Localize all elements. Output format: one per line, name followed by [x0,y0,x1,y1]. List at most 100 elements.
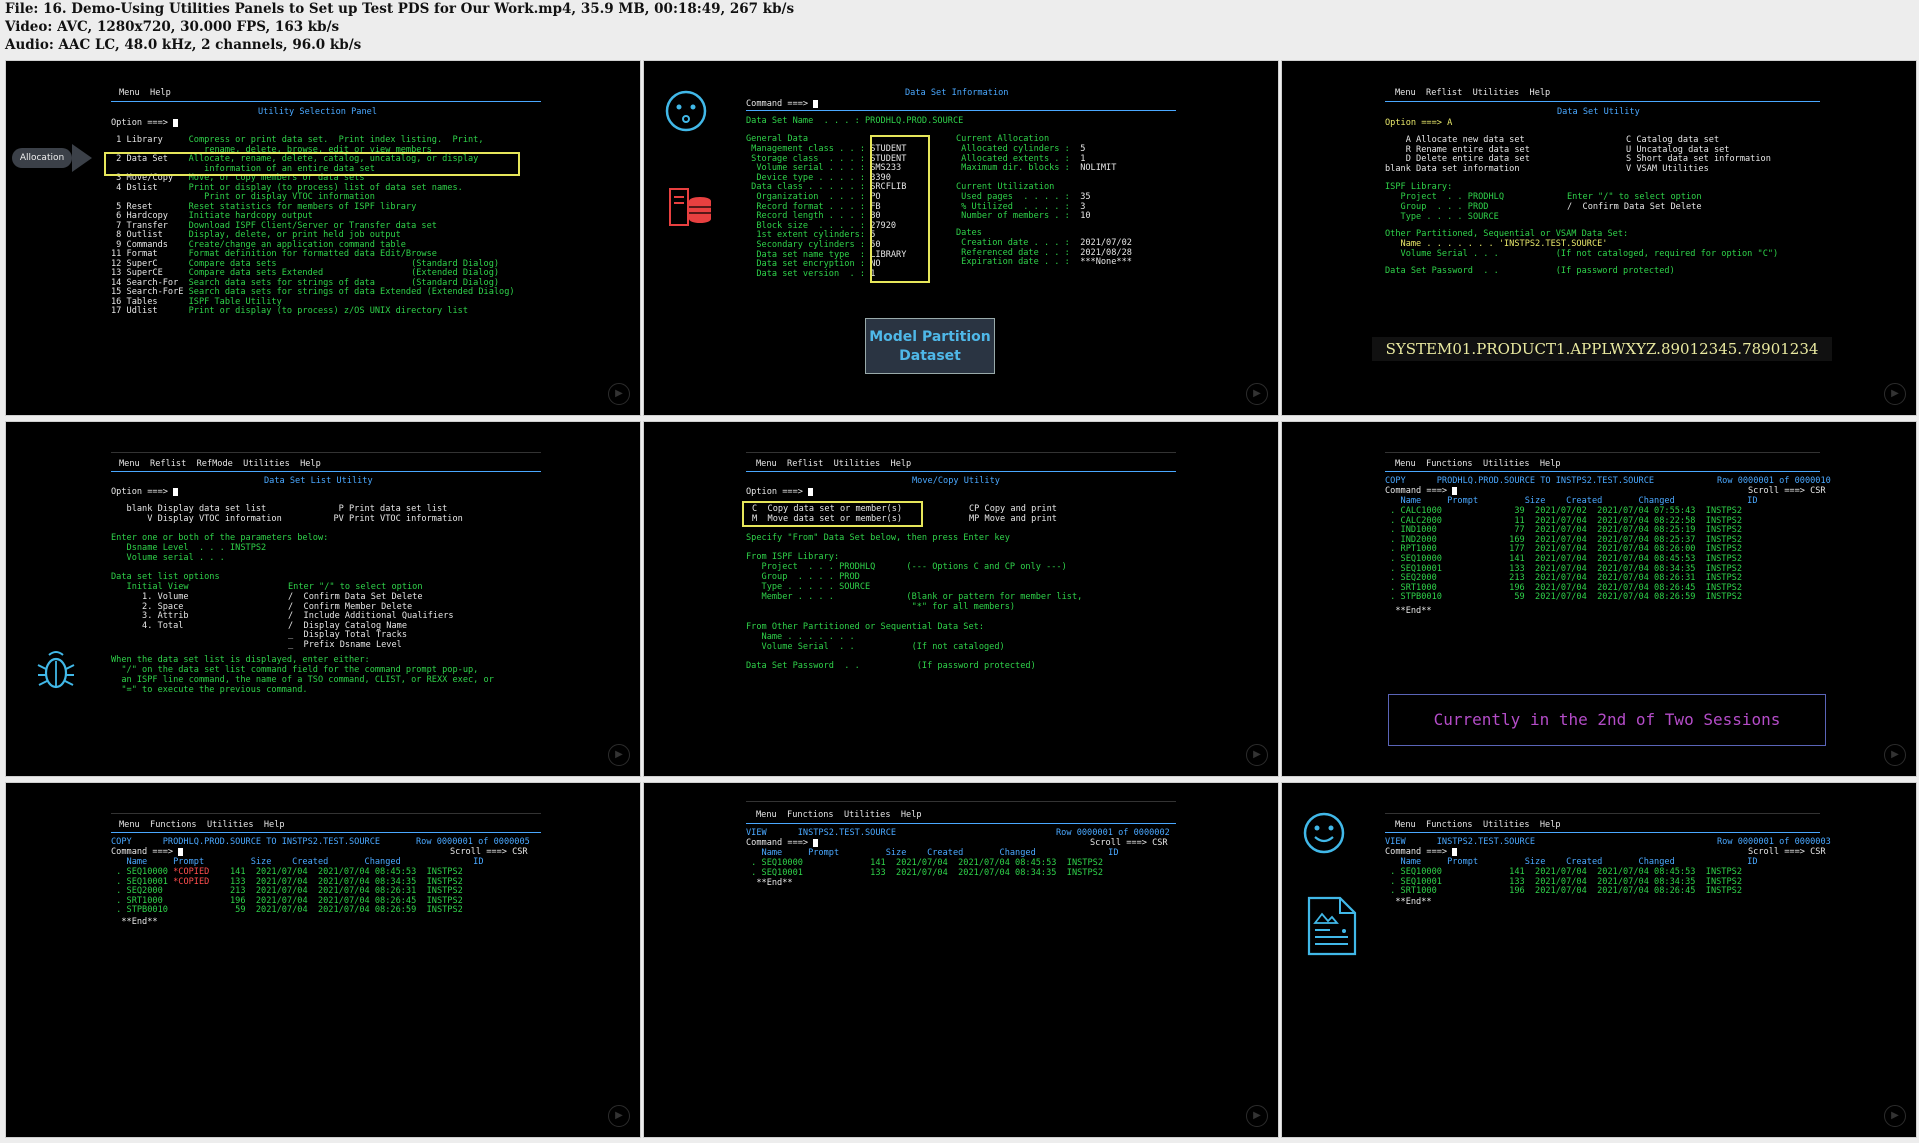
initial-view-option[interactable]: 3. Attrib [111,611,189,621]
member-row[interactable]: . STPB0010 59 2021/07/04 2021/07/04 08:2… [111,905,463,915]
play-icon[interactable]: ▶ [1246,1105,1268,1127]
utility-item[interactable]: 8 Outlist Display, delete, or print held… [111,230,401,240]
thumbnail-view-target-two[interactable]: Menu Functions Utilities Help VIEW INSTP… [643,782,1279,1138]
list-select-option[interactable]: / Confirm Data Set Delete [288,592,423,602]
utility-item[interactable]: 7 Transfer Download ISPF Client/Server o… [111,221,437,231]
play-icon[interactable]: ▶ [608,1105,630,1127]
utility-item[interactable]: Print or display VTOC information [111,192,375,202]
scroll-field[interactable]: Scroll ===> CSR [450,847,528,857]
command-field[interactable]: Command ===> [111,847,184,857]
member-row[interactable]: . SEQ2000 213 2021/07/04 2021/07/04 08:2… [111,886,463,896]
utility-item[interactable]: 6 Hardcopy Initiate hardcopy output [111,211,313,221]
utility-item[interactable]: 4 Dslist Print or display (to process) l… [111,183,463,193]
name-field[interactable]: Name . . . . . . . 'INSTPS2.TEST.SOURCE' [1385,239,1608,249]
member-row[interactable]: . SEQ10000 *COPIED 141 2021/07/04 2021/0… [111,867,463,877]
name-field[interactable]: Name . . . . . . . [746,632,855,642]
list-select-option[interactable]: / Display Catalog Name [288,621,407,631]
list-select-option[interactable]: / Include Additional Qualifiers [288,611,454,621]
dataset-action-option[interactable]: U Uncatalog data set [1626,145,1729,155]
dataset-action-option[interactable]: C Catalog data set [1626,135,1719,145]
list-select-option[interactable]: _ Display Total Tracks [288,630,407,640]
confirm-delete-option[interactable]: / Confirm Data Set Delete [1567,202,1702,212]
move-print-option[interactable]: MP Move and print [969,514,1057,524]
play-icon[interactable]: ▶ [1246,383,1268,405]
utility-item[interactable]: 17 Udlist Print or display (to process) … [111,306,468,316]
member-row[interactable]: . SRT1000 196 2021/07/04 2021/07/04 08:2… [1385,886,1742,896]
menubar[interactable]: Menu Functions Utilities Help [1395,459,1561,469]
list-select-option[interactable]: _ Prefix Dsname Level [288,640,402,650]
utility-item[interactable]: 5 Reset Reset statistics for members of … [111,202,416,212]
play-icon[interactable]: ▶ [1884,383,1906,405]
command-field[interactable]: Command ===> [746,838,819,848]
scroll-field[interactable]: Scroll ===> CSR [1090,838,1168,848]
dsname-level-field[interactable]: Dsname Level . . . INSTPS2 [111,543,267,553]
initial-view-option[interactable]: 2. Space [111,602,183,612]
member-row[interactable]: . SEQ10000 141 2021/07/04 2021/07/04 08:… [746,858,1103,868]
utility-item[interactable]: 13 SuperCE Compare data sets Extended (E… [111,268,499,278]
menubar[interactable]: Menu Reflist RefMode Utilities Help [119,459,321,469]
dataset-action-option[interactable]: blank Data set information [1385,164,1520,174]
member-row[interactable]: . CALC1000 39 2021/07/02 2021/07/04 07:5… [1385,506,1742,516]
member-row[interactable]: . SEQ10001 *COPIED 133 2021/07/04 2021/0… [111,877,463,887]
member-row[interactable]: . IND2000 169 2021/07/04 2021/07/04 08:2… [1385,535,1742,545]
dataset-action-option[interactable]: A Allocate new data set [1385,135,1525,145]
project-field[interactable]: Project . . . PRODHLQ (--- Options C and… [746,562,1067,572]
thumbnail-data-set-list-utility[interactable]: Menu Reflist RefMode Utilities Help Data… [5,421,641,777]
play-icon[interactable]: ▶ [1884,744,1906,766]
dataset-action-option[interactable]: S Short data set information [1626,154,1771,164]
command-field[interactable]: Command ===> [746,99,819,109]
member-row[interactable]: . STPB0010 59 2021/07/04 2021/07/04 08:2… [1385,592,1742,602]
project-field[interactable]: Project . . PRODHLQ [1385,192,1504,202]
scroll-field[interactable]: Scroll ===> CSR [1748,486,1826,496]
option-field[interactable]: Option ===> [746,487,814,497]
member-row[interactable]: . RPT1000 177 2021/07/04 2021/07/04 08:2… [1385,544,1742,554]
dataset-action-option[interactable]: D Delete entire data set [1385,154,1530,164]
member-row[interactable]: . SEQ10000 141 2021/07/04 2021/07/04 08:… [1385,554,1742,564]
thumbnail-view-target-three[interactable]: Menu Functions Utilities Help VIEW INSTP… [1281,782,1917,1138]
utility-item[interactable]: 1 Library Compress or print data set. Pr… [111,135,483,145]
menubar[interactable]: Menu Functions Utilities Help [756,810,922,820]
group-field[interactable]: Group . . . PROD [1385,202,1489,212]
play-icon[interactable]: ▶ [1246,744,1268,766]
member-row[interactable]: . SEQ10000 141 2021/07/04 2021/07/04 08:… [1385,867,1742,877]
copy-print-option[interactable]: CP Copy and print [969,504,1057,514]
member-row[interactable]: . SEQ10001 133 2021/07/04 2021/07/04 08:… [1385,564,1742,574]
member-field[interactable]: Member . . . . (Blank or pattern for mem… [746,592,1083,602]
volume-serial-field[interactable]: Volume Serial . . . (If not cataloged, r… [1385,249,1779,259]
scroll-field[interactable]: Scroll ===> CSR [1748,847,1826,857]
utility-item[interactable]: 16 Tables ISPF Table Utility [111,297,282,307]
volume-serial-field[interactable]: Volume serial . . . [111,553,225,563]
initial-view-option[interactable]: 1. Volume [111,592,189,602]
play-icon[interactable]: ▶ [1884,1105,1906,1127]
member-row[interactable]: . SEQ10001 133 2021/07/04 2021/07/04 08:… [1385,877,1742,887]
thumbnail-data-set-utility[interactable]: Menu Reflist Utilities Help Data Set Uti… [1281,60,1917,416]
option-field[interactable]: Option ===> [111,118,179,128]
member-row[interactable]: . SRT1000 196 2021/07/04 2021/07/04 08:2… [111,896,463,906]
dataset-action-option[interactable]: V VSAM Utilities [1626,164,1709,174]
thumbnail-data-set-information[interactable]: Data Set Information Command ===> Data S… [643,60,1279,416]
utility-item[interactable]: 11 Format Format definition for formatte… [111,249,437,259]
menubar[interactable]: Menu Functions Utilities Help [1395,820,1561,830]
thumbnail-member-list-copy[interactable]: Menu Functions Utilities Help COPY PRODH… [1281,421,1917,777]
type-field[interactable]: Type . . . . . SOURCE [746,582,871,592]
list-select-option[interactable]: / Confirm Member Delete [288,602,412,612]
command-field[interactable]: Command ===> [1385,847,1458,857]
member-row[interactable]: . IND1000 77 2021/07/04 2021/07/04 08:25… [1385,525,1742,535]
utility-item[interactable]: 15 Search-ForE Search data sets for stri… [111,287,515,297]
member-row[interactable]: . SRT1000 196 2021/07/04 2021/07/04 08:2… [1385,583,1742,593]
menubar[interactable]: Menu Functions Utilities Help [119,820,285,830]
menubar[interactable]: Menu Help [119,88,171,98]
option-field[interactable]: Option ===> A [1385,118,1452,128]
member-row[interactable]: . CALC2000 11 2021/07/04 2021/07/04 08:2… [1385,516,1742,526]
initial-view-option[interactable]: 4. Total [111,621,183,631]
thumbnail-member-list-copied[interactable]: Menu Functions Utilities Help COPY PRODH… [5,782,641,1138]
option-field[interactable]: Option ===> [111,487,179,497]
menubar[interactable]: Menu Reflist Utilities Help [756,459,911,469]
password-field[interactable]: Data Set Password . . (If password prote… [746,661,1036,671]
menubar[interactable]: Menu Reflist Utilities Help [1395,88,1550,98]
group-field[interactable]: Group . . . . PROD [746,572,860,582]
volume-serial-field[interactable]: Volume Serial . . (If not cataloged) [746,642,1005,652]
thumbnail-move-copy-utility[interactable]: Menu Reflist Utilities Help Move/Copy Ut… [643,421,1279,777]
command-field[interactable]: Command ===> [1385,486,1458,496]
member-row[interactable]: . SEQ2000 213 2021/07/04 2021/07/04 08:2… [1385,573,1742,583]
